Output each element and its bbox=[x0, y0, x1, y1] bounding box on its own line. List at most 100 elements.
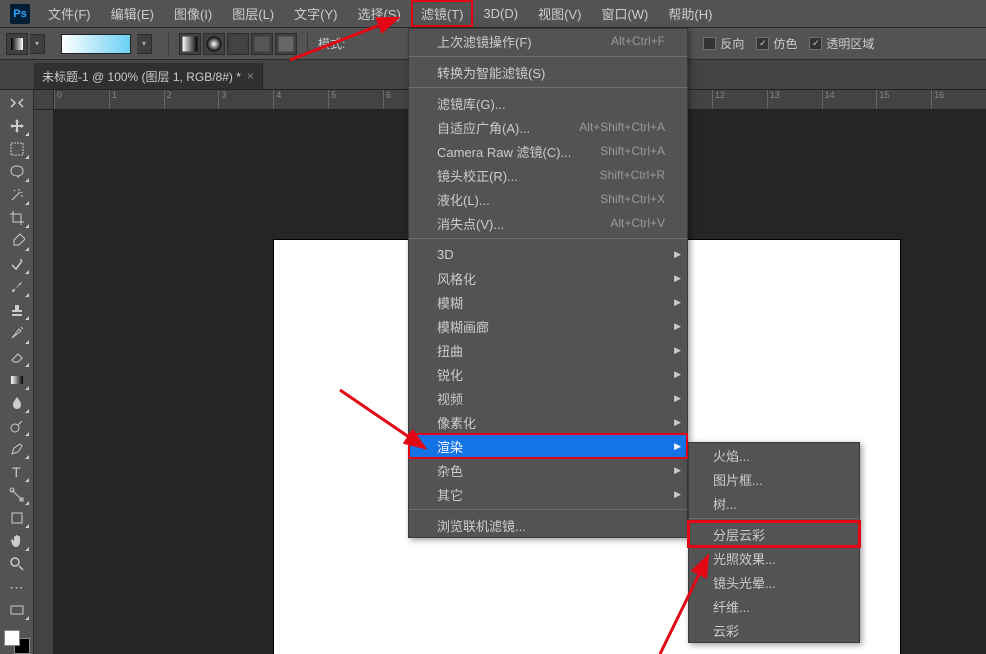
menu-image[interactable]: 图像(I) bbox=[164, 0, 222, 27]
lasso-tool[interactable] bbox=[4, 161, 30, 183]
menu-item-render[interactable]: 渲染 ▶ bbox=[409, 434, 687, 458]
pen-tool[interactable] bbox=[4, 438, 30, 460]
menu-select[interactable]: 选择(S) bbox=[347, 0, 410, 27]
menu-item-sharpen[interactable]: 锐化▶ bbox=[409, 362, 687, 386]
submenu-item-difference-clouds[interactable]: 分层云彩 bbox=[689, 522, 859, 546]
type-tool[interactable]: T bbox=[4, 461, 30, 483]
menu-item-liquify[interactable]: 液化(L)...Shift+Ctrl+X bbox=[409, 187, 687, 211]
menu-item-noise[interactable]: 杂色 ▶ bbox=[409, 458, 687, 482]
submenu-arrow-icon: ▶ bbox=[674, 489, 681, 500]
brush-tool[interactable] bbox=[4, 276, 30, 298]
menu-item-distort[interactable]: 扭曲▶ bbox=[409, 338, 687, 362]
menu-item-video[interactable]: 视频▶ bbox=[409, 386, 687, 410]
color-picker[interactable] bbox=[4, 630, 30, 654]
gradient-dropdown[interactable]: ▾ bbox=[137, 34, 152, 54]
heal-tool[interactable] bbox=[4, 253, 30, 275]
menu-type[interactable]: 文字(Y) bbox=[284, 0, 347, 27]
label: 自适应广角(A)... bbox=[437, 118, 530, 137]
menu-file[interactable]: 文件(F) bbox=[38, 0, 101, 27]
menu-item-blur-gallery[interactable]: 模糊画廊▶ bbox=[409, 314, 687, 338]
tool-preset-icon[interactable] bbox=[6, 33, 28, 55]
submenu-item-fibers[interactable]: 纤维... bbox=[689, 594, 859, 618]
ruler-tick: 12 bbox=[712, 90, 767, 109]
move-tool[interactable] bbox=[4, 115, 30, 137]
dither-checkbox[interactable]: ✓仿色 bbox=[756, 35, 797, 52]
menu-item-vanishing-point[interactable]: 消失点(V)...Alt+Ctrl+V bbox=[409, 211, 687, 235]
toolbox: T ⋯ bbox=[0, 90, 34, 654]
menu-item-blur[interactable]: 模糊▶ bbox=[409, 290, 687, 314]
menu-item-adaptive-wide-angle[interactable]: 自适应广角(A)...Alt+Shift+Ctrl+A bbox=[409, 115, 687, 139]
gradient-linear-icon[interactable] bbox=[179, 33, 201, 55]
menu-window[interactable]: 窗口(W) bbox=[591, 0, 658, 27]
menu-edit[interactable]: 编辑(E) bbox=[101, 0, 164, 27]
menu-help[interactable]: 帮助(H) bbox=[658, 0, 722, 27]
document-tab[interactable]: 未标题-1 @ 100% (图层 1, RGB/8#) * × bbox=[34, 63, 263, 89]
eraser-tool[interactable] bbox=[4, 346, 30, 368]
blur-tool[interactable] bbox=[4, 392, 30, 414]
divider bbox=[168, 33, 169, 55]
menu-item-lens-correction[interactable]: 镜头校正(R)...Shift+Ctrl+R bbox=[409, 163, 687, 187]
menu-item-stylize[interactable]: 风格化 ▶ bbox=[409, 266, 687, 290]
ruler-tick: 1 bbox=[109, 90, 164, 109]
menu-3d[interactable]: 3D(D) bbox=[473, 2, 528, 25]
gradient-swatch[interactable] bbox=[61, 34, 131, 54]
shape-tool[interactable] bbox=[4, 507, 30, 529]
submenu-item-clouds[interactable]: 云彩 bbox=[689, 618, 859, 642]
stamp-tool[interactable] bbox=[4, 299, 30, 321]
tab-title: 未标题-1 @ 100% (图层 1, RGB/8#) * bbox=[42, 68, 241, 85]
submenu-arrow-icon: ▶ bbox=[674, 465, 681, 476]
menu-item-camera-raw[interactable]: Camera Raw 滤镜(C)...Shift+Ctrl+A bbox=[409, 139, 687, 163]
menu-filter[interactable]: 滤镜(T) bbox=[411, 0, 474, 27]
submenu-item-tree[interactable]: 树... bbox=[689, 491, 859, 515]
zoom-tool[interactable] bbox=[4, 553, 30, 575]
submenu-arrow-icon: ▶ bbox=[674, 441, 681, 452]
marquee-tool[interactable] bbox=[4, 138, 30, 160]
label: 消失点(V)... bbox=[437, 214, 504, 233]
edit-toolbar-icon[interactable] bbox=[4, 599, 30, 621]
menu-item-filter-gallery[interactable]: 滤镜库(G)... bbox=[409, 91, 687, 115]
gradient-radial-icon[interactable] bbox=[203, 33, 225, 55]
divider bbox=[307, 33, 308, 55]
menu-item-other[interactable]: 其它▶ bbox=[409, 482, 687, 506]
menu-item-browse-online[interactable]: 浏览联机滤镜... bbox=[409, 513, 687, 537]
close-icon[interactable]: × bbox=[247, 69, 254, 83]
ruler-vertical bbox=[34, 110, 54, 654]
double-arrow-icon[interactable] bbox=[4, 92, 30, 114]
more-tools-icon[interactable]: ⋯ bbox=[4, 576, 30, 598]
hand-tool[interactable] bbox=[4, 530, 30, 552]
mode-label: 模式: bbox=[318, 35, 345, 52]
label: 扭曲 bbox=[437, 341, 463, 360]
separator bbox=[689, 518, 859, 519]
transparency-checkbox[interactable]: ✓透明区域 bbox=[809, 35, 874, 52]
menu-item-3d[interactable]: 3D▶ bbox=[409, 242, 687, 266]
gradient-diamond-icon[interactable] bbox=[275, 33, 297, 55]
menu-view[interactable]: 视图(V) bbox=[528, 0, 591, 27]
menu-item-smart-filter[interactable]: 转换为智能滤镜(S) bbox=[409, 60, 687, 84]
filter-menu: 上次滤镜操作(F)Alt+Ctrl+F 转换为智能滤镜(S) 滤镜库(G)...… bbox=[408, 28, 688, 538]
menu-item-pixelate[interactable]: 像素化▶ bbox=[409, 410, 687, 434]
history-brush-tool[interactable] bbox=[4, 322, 30, 344]
magic-wand-tool[interactable] bbox=[4, 184, 30, 206]
submenu-arrow-icon: ▶ bbox=[674, 273, 681, 284]
menu-layer[interactable]: 图层(L) bbox=[222, 0, 284, 27]
tool-preset-dropdown[interactable]: ▾ bbox=[30, 34, 45, 54]
submenu-item-lens-flare[interactable]: 镜头光晕... bbox=[689, 570, 859, 594]
dodge-tool[interactable] bbox=[4, 415, 30, 437]
crop-tool[interactable] bbox=[4, 207, 30, 229]
menu-item-last-filter[interactable]: 上次滤镜操作(F)Alt+Ctrl+F bbox=[409, 29, 687, 53]
submenu-item-flame[interactable]: 火焰... bbox=[689, 443, 859, 467]
reverse-checkbox[interactable]: 反向 bbox=[703, 35, 744, 52]
label: 杂色 bbox=[437, 461, 463, 480]
label: 风格化 bbox=[437, 269, 476, 288]
gradient-reflected-icon[interactable] bbox=[251, 33, 273, 55]
ruler-tick: 14 bbox=[822, 90, 877, 109]
submenu-item-lighting-effects[interactable]: 光照效果... bbox=[689, 546, 859, 570]
submenu-item-picture-frame[interactable]: 图片框... bbox=[689, 467, 859, 491]
eyedropper-tool[interactable] bbox=[4, 230, 30, 252]
gradient-angle-icon[interactable] bbox=[227, 33, 249, 55]
gradient-tool[interactable] bbox=[4, 369, 30, 391]
ruler-tick: 3 bbox=[218, 90, 273, 109]
foreground-color[interactable] bbox=[4, 630, 20, 646]
label: 渲染 bbox=[437, 437, 463, 456]
path-tool[interactable] bbox=[4, 484, 30, 506]
